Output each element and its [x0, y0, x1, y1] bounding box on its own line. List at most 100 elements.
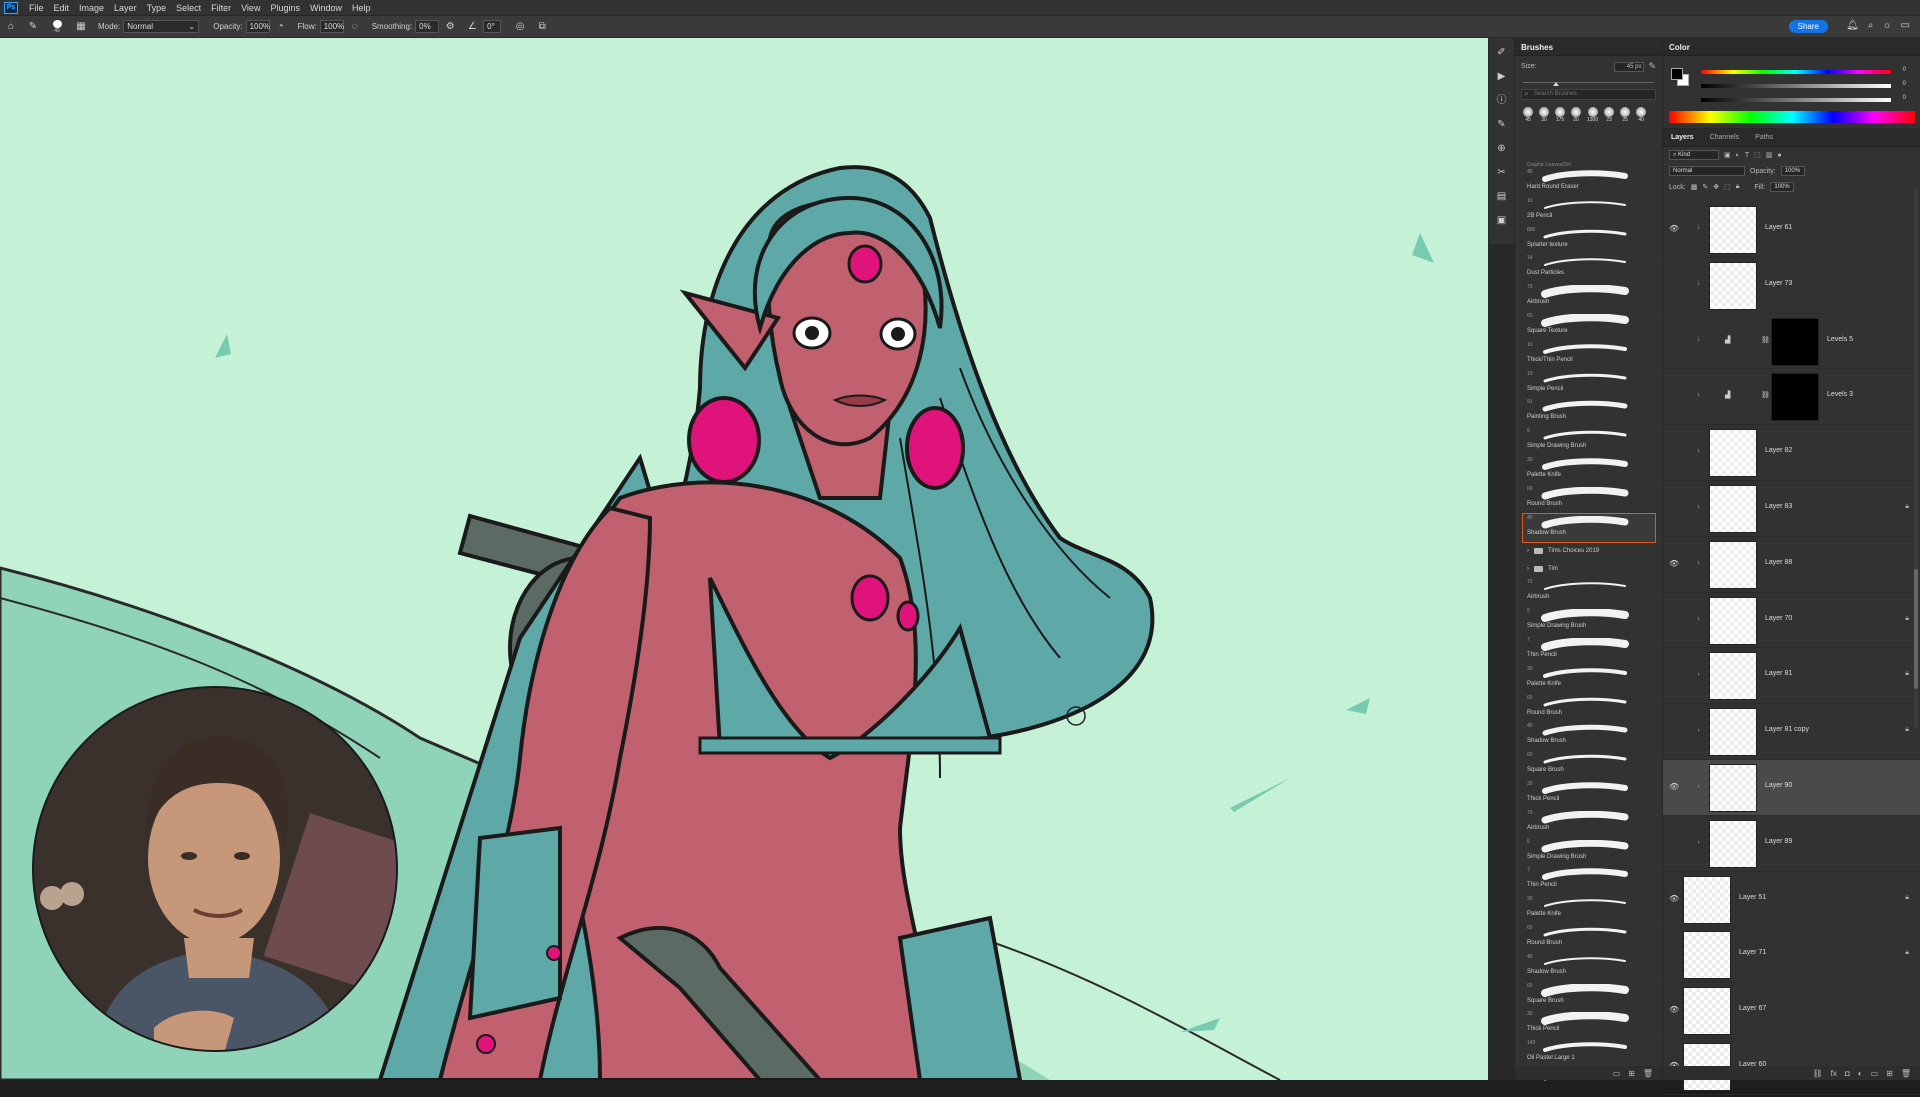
folder-icon[interactable]: ▭	[1871, 1069, 1879, 1078]
layer-name[interactable]: Layer 81 copy	[1765, 726, 1809, 733]
brush-preset-item[interactable]: 60 Square Brush	[1523, 982, 1655, 1011]
menu-view[interactable]: View	[236, 3, 265, 13]
layer-name[interactable]: Layer 51	[1739, 894, 1766, 901]
layer-row[interactable]: 👁︎ Layer 51 🔒︎	[1663, 872, 1920, 928]
eye-icon[interactable]: 👁︎	[1669, 1005, 1679, 1014]
brush-preset-item[interactable]: 7 Thin Pencil	[1523, 636, 1655, 665]
layer-row[interactable]: Layer 71 🔒︎	[1663, 927, 1920, 984]
layer-name[interactable]: Layer 81	[1765, 670, 1792, 677]
brush-preset-item[interactable]: 7 Thin Pencil	[1523, 866, 1655, 895]
pressure-size-icon[interactable]: ◎	[513, 20, 527, 34]
lock-transparent-icon[interactable]: ▩	[1691, 183, 1698, 191]
layer-thumbnail[interactable]	[1709, 429, 1757, 478]
link-icon[interactable]: ⛓	[1813, 1069, 1823, 1078]
layer-thumbnail[interactable]	[1683, 931, 1731, 980]
layers-scroll-thumb[interactable]	[1914, 569, 1918, 689]
filter-shape-icon[interactable]: ⬚	[1754, 151, 1761, 159]
layer-opacity-field[interactable]: 100%	[1780, 166, 1805, 176]
mode-select[interactable]: Normal ⌄	[123, 20, 200, 33]
angle-field[interactable]: 0°	[483, 20, 502, 33]
brush-panel-icon[interactable]: ✎	[1495, 118, 1509, 132]
filter-kind-select[interactable]: ⌕ Kind	[1669, 150, 1719, 160]
new-group-icon[interactable]: ▭	[1613, 1069, 1621, 1078]
color-ramp[interactable]	[1669, 111, 1915, 123]
layer-name[interactable]: Levels 3	[1827, 391, 1853, 398]
brush-tool-icon[interactable]: ✎	[26, 20, 40, 34]
tool-presets-icon[interactable]: ✂	[1495, 166, 1509, 180]
preset-0[interactable]: 45	[1523, 107, 1533, 123]
brush-preset-item[interactable]: 45 Hard Round Eraser	[1523, 168, 1655, 197]
bell-icon[interactable]: 🔔︎	[1846, 20, 1859, 31]
brush-preset-item[interactable]: 70 Airbrush	[1523, 578, 1655, 607]
layer-row[interactable]: ↓ ▟ ⛓ Levels 3	[1663, 369, 1920, 426]
menu-layer[interactable]: Layer	[109, 3, 142, 13]
layer-row[interactable]: ↓ Layer 82	[1663, 425, 1920, 481]
layer-row[interactable]: 👁︎ ↓ Layer 90	[1663, 759, 1920, 816]
layer-mask-thumbnail[interactable]	[1771, 317, 1819, 366]
brush-preset-item[interactable]: 45 Shadow Brush	[1523, 722, 1655, 751]
preset-2[interactable]: 175	[1555, 107, 1565, 123]
brush-preset-item[interactable]: 10 2B Pencil	[1523, 197, 1655, 226]
filter-toggle-icon[interactable]: ●	[1777, 152, 1781, 159]
layer-name[interactable]: Layer 73	[1765, 280, 1792, 287]
preset-6[interactable]: 25	[1620, 107, 1631, 123]
foreground-swatch[interactable]	[1671, 68, 1683, 80]
brush-preset-item[interactable]: 14 Dust Particles	[1523, 254, 1655, 283]
adjustment-icon[interactable]: ◐	[1858, 1069, 1863, 1078]
filter-pixel-icon[interactable]: ▣	[1724, 151, 1731, 159]
angle-icon[interactable]: ∠	[465, 20, 479, 34]
filter-smart-icon[interactable]: ▥	[1766, 151, 1773, 159]
brush-preset-item[interactable]: 143 Oil Pastel Large 1	[1523, 1039, 1655, 1068]
brush-preset-item[interactable]: 800 Splatter texture	[1523, 226, 1655, 255]
brush-preset-item[interactable]: 60 Square Brush	[1523, 751, 1655, 780]
preset-7[interactable]: 40	[1636, 107, 1647, 123]
layer-row[interactable]: ↓ ▟ ⛓ Levels 5	[1663, 314, 1920, 370]
pressure-opacity-icon[interactable]: ◔	[274, 20, 288, 34]
menu-window[interactable]: Window	[305, 3, 347, 13]
brush-preset-item[interactable]: 45 Shadow Brush	[1523, 953, 1655, 982]
layer-row[interactable]: ↓ Layer 70 🔒︎	[1663, 593, 1920, 649]
brush-preset-item[interactable]: 60 Square Texture	[1523, 312, 1655, 341]
new-brush-icon[interactable]: ⊞	[1628, 1069, 1635, 1078]
edit-brush-icon[interactable]: ✎	[1648, 61, 1656, 72]
slider-value-3[interactable]: 0	[1903, 95, 1906, 101]
layer-thumbnail[interactable]	[1709, 763, 1757, 812]
menu-plugins[interactable]: Plugins	[265, 3, 305, 13]
saturation-slider[interactable]	[1701, 84, 1891, 88]
layer-thumbnail[interactable]	[1709, 819, 1757, 868]
layer-thumbnail[interactable]	[1709, 261, 1757, 310]
trash-icon[interactable]: 🗑︎	[1901, 1069, 1911, 1078]
layer-row[interactable]: ↓ Layer 83 🔒︎	[1663, 481, 1920, 537]
size-field[interactable]: 45 px	[1614, 61, 1645, 72]
fill-field[interactable]: 100%	[1770, 182, 1795, 192]
brush-group[interactable]: › Tim	[1523, 560, 1655, 578]
layer-thumbnail[interactable]	[1683, 987, 1731, 1036]
brush-preset-item[interactable]: 60 Round Brush	[1523, 485, 1655, 514]
menu-type[interactable]: Type	[142, 3, 172, 13]
airbrush-icon[interactable]: ◌	[348, 20, 362, 34]
bulb-icon[interactable]: ☼	[1882, 20, 1891, 31]
eye-icon[interactable]: 👁︎	[1669, 894, 1679, 903]
brush-preset-item[interactable]: 30 Thick Pencil	[1523, 780, 1655, 809]
home-icon[interactable]: ⌂	[4, 20, 18, 34]
layer-name[interactable]: Layer 82	[1765, 447, 1792, 454]
brush-preset-item[interactable]: 60 Round Brush	[1523, 694, 1655, 723]
filter-adjustment-icon[interactable]: ◐	[1736, 152, 1740, 159]
mask-icon[interactable]: ◘	[1845, 1069, 1850, 1078]
properties-icon[interactable]: ▤	[1495, 190, 1509, 204]
play-icon[interactable]: ▶	[1495, 70, 1509, 84]
menu-file[interactable]: File	[24, 3, 49, 13]
slider-value-2[interactable]: 0	[1903, 81, 1906, 87]
tab-paths[interactable]: Paths	[1747, 134, 1781, 141]
share-button[interactable]: Share	[1788, 20, 1828, 33]
menu-filter[interactable]: Filter	[206, 3, 236, 13]
gear-icon[interactable]: ⚙	[443, 20, 457, 34]
brush-preset-item[interactable]: 30 Palette Knife	[1523, 456, 1655, 485]
menu-select[interactable]: Select	[171, 3, 206, 13]
brush-settings-icon[interactable]: ▦	[74, 20, 88, 34]
layer-row[interactable]: ↓ Layer 89	[1663, 816, 1920, 872]
layer-name[interactable]: Layer 67	[1739, 1005, 1766, 1012]
preset-3[interactable]: 20	[1571, 107, 1581, 123]
brightness-slider[interactable]	[1701, 98, 1891, 102]
layer-name[interactable]: Layer 70	[1765, 615, 1792, 622]
